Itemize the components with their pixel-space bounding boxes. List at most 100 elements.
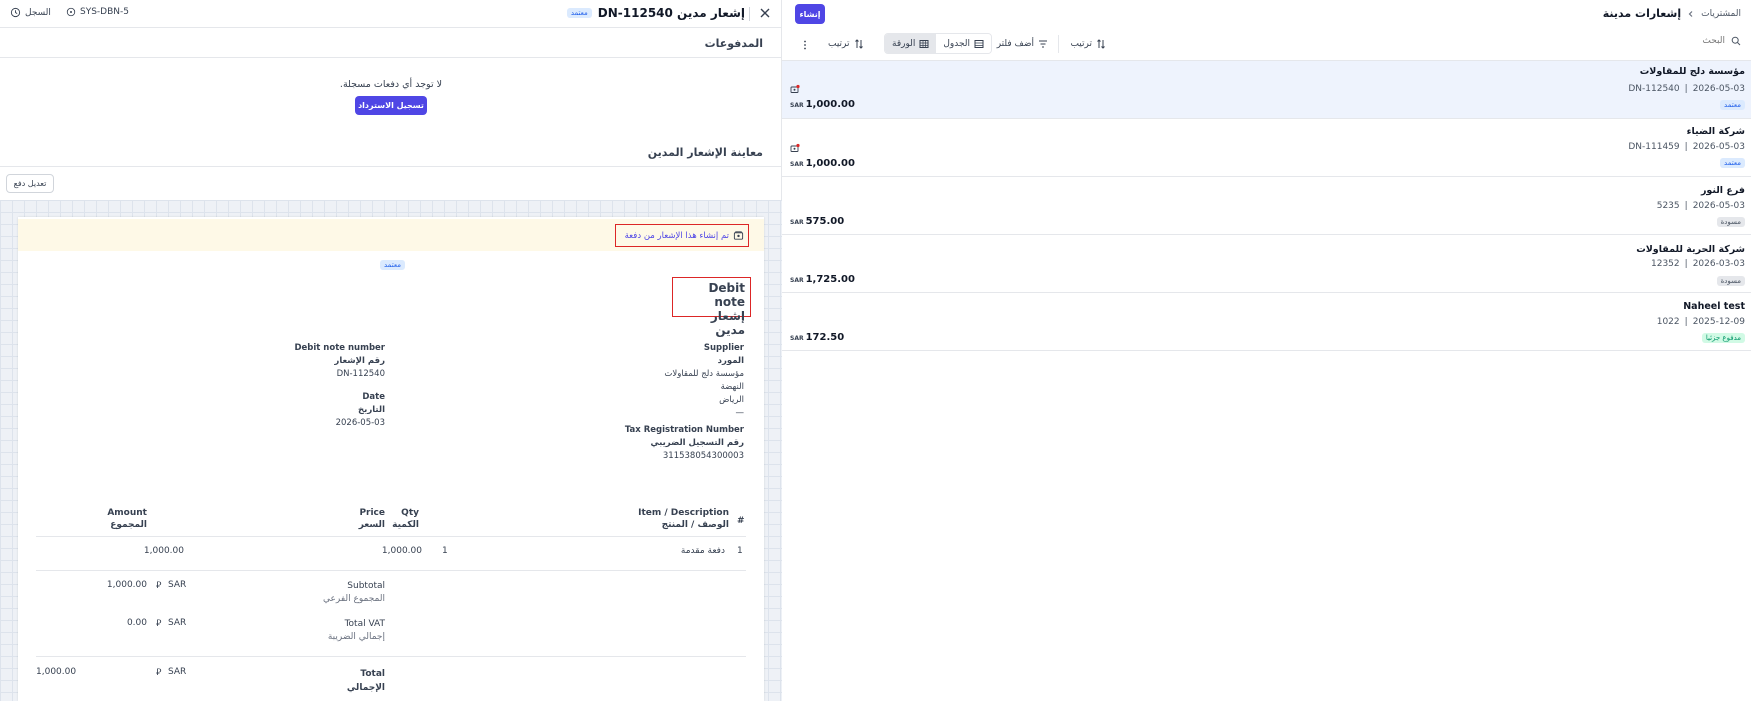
row-name: شركة الحرية للمقاولات bbox=[1636, 244, 1745, 255]
row-amount: SAR 1,000.00 bbox=[790, 158, 855, 169]
subtotal-currency: SAR bbox=[168, 580, 187, 590]
date-label-en: Date bbox=[362, 392, 385, 402]
row-date: 2026-05-03 bbox=[1692, 142, 1745, 152]
date-value: 2026-05-03 bbox=[335, 418, 385, 428]
row-ref: DN-112540 bbox=[1628, 84, 1680, 94]
col-price: Price السعر bbox=[359, 507, 385, 531]
create-button[interactable]: إنشاء bbox=[795, 4, 825, 24]
total-divider bbox=[36, 656, 746, 657]
total-currency: SAR bbox=[168, 667, 187, 677]
row-meta: 2026-05-03 | 5235 bbox=[1656, 201, 1745, 211]
list-item[interactable] bbox=[782, 119, 1751, 177]
view-toggle: الجدول الورقة bbox=[884, 33, 993, 54]
row-amount: SAR 1,725.00 bbox=[790, 274, 855, 285]
vat-value: 0.00 bbox=[126, 618, 147, 628]
detail-title-group: إشعار مدين DN-112540 معتمد bbox=[566, 6, 745, 20]
supplier-label-en: Supplier bbox=[703, 343, 744, 353]
document-title-ar: إشعار مدين bbox=[710, 309, 745, 337]
supplier-name: مؤسسة دلج للمقاولات bbox=[664, 369, 744, 379]
payments-title: المدفوعات bbox=[704, 37, 763, 50]
supplier-label-ar: المورد bbox=[717, 356, 744, 366]
list-item[interactable] bbox=[782, 177, 1751, 235]
col-amount-en: Amount bbox=[107, 508, 147, 518]
supplier-block: Supplier المورد مؤسسة دلج للمقاولات النه… bbox=[544, 342, 744, 463]
add-filter-button[interactable]: أضف فلتر bbox=[997, 39, 1048, 49]
row-num: 1 bbox=[737, 546, 743, 556]
table-row: 1 دفعة مقدمة 1 1,000.00 1,000.00 bbox=[36, 546, 746, 560]
breadcrumb: المشتريات إشعارات مدينة bbox=[1603, 7, 1741, 20]
payments-divider bbox=[0, 57, 782, 58]
subtotal-value: 1,000.00 bbox=[106, 580, 147, 590]
sort-button-2[interactable]: ترتيب bbox=[828, 39, 864, 49]
row-ref: 5235 bbox=[1656, 201, 1680, 211]
col-qty: Qty الكمية bbox=[392, 507, 419, 531]
row-status-badge: معتمد bbox=[1720, 100, 1745, 110]
page-title: إشعارات مدينة bbox=[1602, 7, 1682, 20]
sort-button[interactable]: ترتيب bbox=[1070, 39, 1106, 49]
search-input[interactable] bbox=[1645, 36, 1725, 46]
trn-value: 311538054300003 bbox=[662, 451, 744, 461]
sort-icon bbox=[854, 39, 864, 49]
row-meta: 2026-03-03 | 12352 bbox=[1651, 259, 1745, 269]
total-label-ar: الإجمالي bbox=[346, 683, 385, 693]
row-status-badge: مسودة bbox=[1716, 276, 1745, 286]
list-item[interactable] bbox=[782, 293, 1751, 351]
col-qty-en: Qty bbox=[401, 508, 419, 518]
supplier-district: النهضة bbox=[720, 382, 744, 392]
more-options-button[interactable] bbox=[802, 39, 808, 51]
history-button[interactable]: السجل bbox=[10, 7, 51, 18]
list-item[interactable] bbox=[782, 61, 1751, 119]
table-icon bbox=[974, 39, 984, 49]
sort-label: ترتيب bbox=[1070, 39, 1092, 49]
row-meta: 2026-05-03 | DN-112540 bbox=[1628, 84, 1745, 94]
info-icon bbox=[66, 7, 76, 17]
date-label-ar: التاريخ bbox=[358, 405, 385, 415]
row-amount-value: 575.00 bbox=[805, 216, 845, 227]
row-amount: SAR 1,000.00 bbox=[790, 99, 855, 110]
chevron-left-icon bbox=[1687, 10, 1695, 18]
row-name: شركة الضياء bbox=[1686, 126, 1745, 137]
subtotal-label-en: Subtotal bbox=[347, 581, 385, 591]
search-icon bbox=[1731, 36, 1741, 46]
status-badge: معتمد bbox=[566, 8, 592, 18]
breadcrumb-parent[interactable]: المشتريات bbox=[1701, 9, 1741, 19]
sheet-icon bbox=[919, 39, 929, 49]
row-date: 2025-12-09 bbox=[1692, 317, 1745, 327]
row-date: 2026-05-03 bbox=[1692, 84, 1745, 94]
search-box[interactable] bbox=[1631, 36, 1741, 46]
view-sheet-button[interactable]: الورقة bbox=[885, 34, 937, 53]
history-icon bbox=[10, 7, 21, 18]
close-button[interactable] bbox=[758, 6, 772, 20]
vat-label-ar: إجمالي الضريبة bbox=[327, 632, 385, 642]
doc-ref: SYS-DBN-5 bbox=[66, 7, 129, 17]
vat-currency: SAR bbox=[168, 618, 187, 628]
document-title-box: Debit note إشعار مدين bbox=[672, 277, 751, 337]
table-row-divider bbox=[36, 570, 746, 571]
row-currency: SAR bbox=[790, 102, 804, 109]
row-meta: 2025-12-09 | 1022 bbox=[1656, 317, 1745, 327]
detail-title: إشعار مدين DN-112540 bbox=[597, 6, 745, 20]
row-ref: DN-111459 bbox=[1628, 142, 1680, 152]
subtotal-label-ar: المجموع الفرعي bbox=[323, 594, 385, 604]
created-from-payment-link[interactable]: تم إنشاء هذا الإشعار من دفعة bbox=[615, 224, 749, 247]
record-refund-button[interactable]: تسجيل الاسترداد bbox=[355, 96, 427, 115]
row-amount: SAR 172.50 bbox=[790, 332, 844, 343]
row-amount-value: 1,725.00 bbox=[805, 274, 855, 285]
row-amount-value: 1,000.00 bbox=[805, 158, 855, 169]
col-item-en: Item / Description bbox=[638, 508, 729, 518]
list-item[interactable] bbox=[782, 235, 1751, 293]
view-table-button[interactable]: الجدول bbox=[936, 34, 992, 53]
total-value: 1,000.00 bbox=[36, 667, 77, 677]
trn-label-ar: رقم التسجيل الضريبي bbox=[650, 438, 744, 448]
subtotal-label: Subtotal المجموع الفرعي bbox=[323, 580, 385, 606]
row-amount: 1,000.00 bbox=[143, 546, 184, 556]
row-name: مؤسسة دلج للمقاولات bbox=[1639, 66, 1745, 77]
edit-payment-button[interactable]: تعديل دفع bbox=[6, 174, 54, 193]
number-label-ar: رقم الإشعار bbox=[334, 356, 385, 366]
more-vertical-icon bbox=[802, 39, 808, 51]
row-status-badge: مدفوع جزئيا bbox=[1701, 333, 1745, 343]
vat-currency-icon: ⃁ bbox=[156, 619, 162, 629]
total-label-en: Total bbox=[360, 669, 385, 679]
row-currency: SAR bbox=[790, 335, 804, 342]
close-icon bbox=[758, 6, 772, 20]
